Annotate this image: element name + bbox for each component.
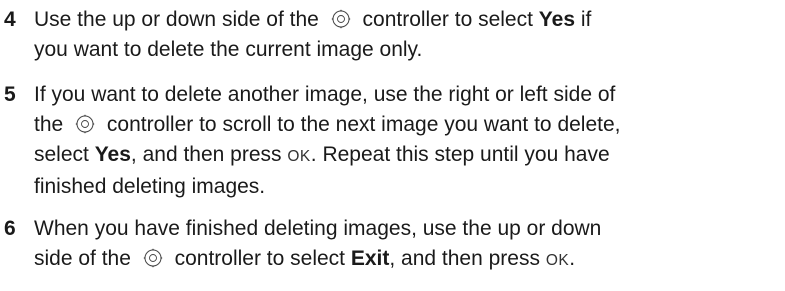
- text-run: controller to select: [362, 8, 533, 31]
- text-run: controller to scroll to the next image y…: [106, 113, 621, 136]
- text-run: if: [580, 8, 592, 31]
- step-text: When you have finished deleting images, …: [34, 214, 783, 276]
- text-run: the: [34, 113, 64, 136]
- text-run: controller to select: [174, 247, 346, 270]
- controller-dial-icon: [328, 8, 354, 30]
- text-run: , and then press: [389, 247, 540, 270]
- step-line: When you have finished deleting images, …: [34, 217, 602, 240]
- text-run: select: [34, 143, 89, 166]
- step-text: If you want to delete another image, use…: [34, 80, 783, 202]
- step-line: If you want to delete another image, use…: [34, 83, 616, 106]
- controller-dial-icon: [72, 113, 98, 135]
- step-text: Use the up or down side of the controlle…: [34, 5, 783, 65]
- menu-option-exit: Exit: [350, 247, 390, 270]
- ok-button-label: OK: [545, 252, 570, 269]
- text-run: .: [569, 247, 576, 270]
- text-run: side of the: [34, 247, 131, 270]
- text-run: . Repeat this step until you have: [310, 143, 610, 166]
- step-line: finished deleting images.: [34, 175, 266, 198]
- step-line: you want to delete the current image onl…: [34, 38, 423, 61]
- step-number: 5: [4, 83, 16, 106]
- step-number: 6: [4, 217, 16, 240]
- menu-option-yes: Yes: [538, 8, 576, 31]
- text-run: , and then press: [130, 143, 282, 166]
- step-number: 4: [4, 8, 16, 31]
- step-line: Use the up or down side of the controlle…: [34, 5, 783, 35]
- controller-dial-icon: [140, 247, 166, 269]
- menu-option-yes: Yes: [94, 143, 131, 166]
- ok-button-label: OK: [287, 148, 311, 165]
- step-line: the controller to scroll to the next ima…: [34, 110, 783, 140]
- step-line: side of the controller to select Exit, a…: [34, 244, 783, 276]
- step-line: select Yes, and then press OK. Repeat th…: [34, 140, 783, 172]
- text-run: Use the up or down side of the: [34, 8, 319, 31]
